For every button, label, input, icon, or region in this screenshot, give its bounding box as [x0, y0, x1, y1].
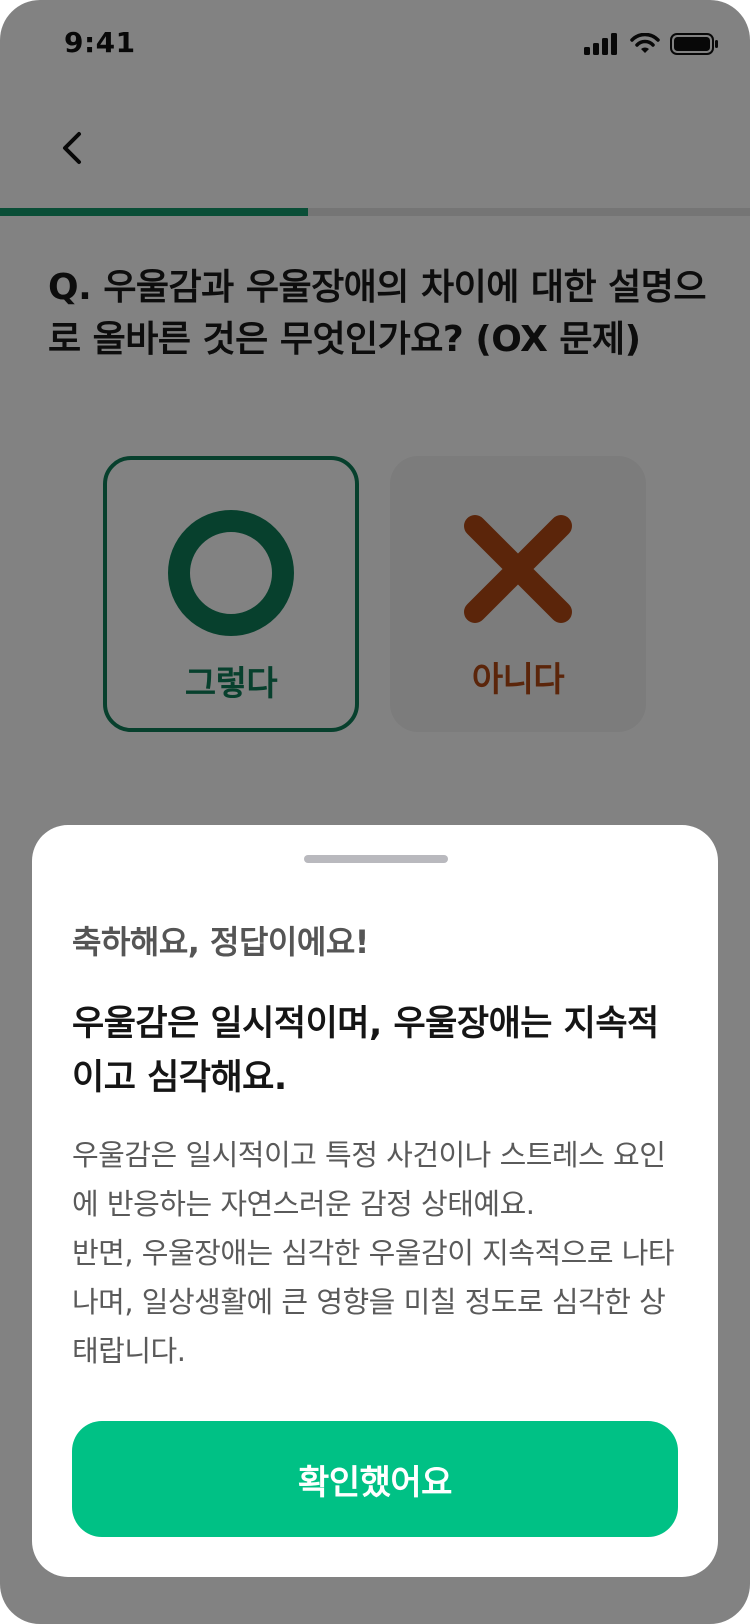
confirm-button[interactable]: 확인했어요: [72, 1421, 678, 1537]
result-status: 축하해요, 정답이에요!: [72, 923, 369, 961]
sheet-grabber[interactable]: [304, 855, 448, 863]
quiz-screen: 9:41 Q. 우울감과 우울장애의 차이에 대한 설명으로 올바른 것은 무엇…: [0, 0, 750, 1624]
result-bottom-sheet: 축하해요, 정답이에요! 우울감은 일시적이며, 우울장애는 지속적이고 심각해…: [32, 825, 718, 1577]
answer-explanation: 우울감은 일시적이고 특정 사건이나 스트레스 요인에 반응하는 자연스러운 감…: [72, 1138, 675, 1368]
correct-answer: 우울감은 일시적이며, 우울장애는 지속적이고 심각해요.: [72, 1004, 659, 1098]
